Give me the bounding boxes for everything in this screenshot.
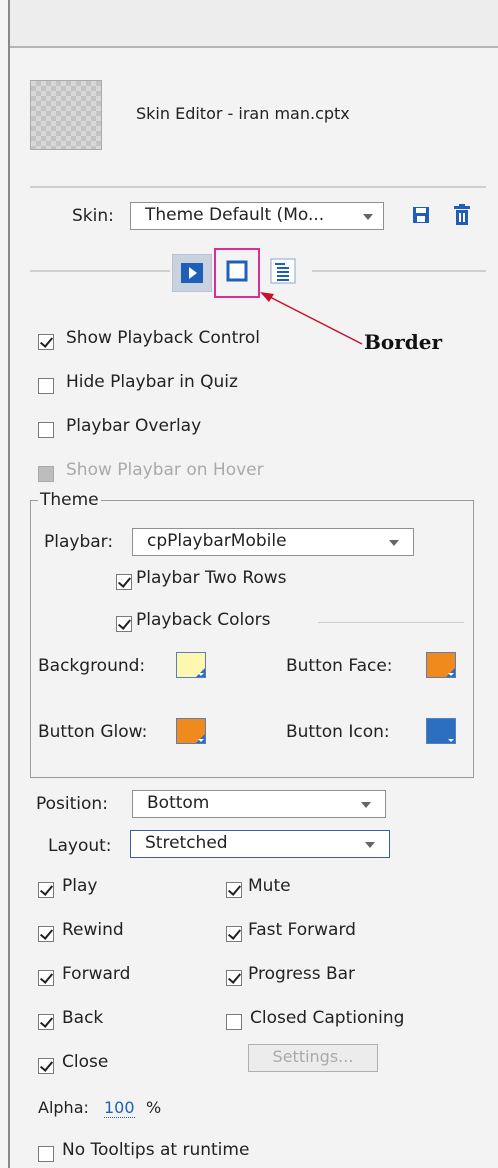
playbar-label: Playbar:	[44, 532, 114, 552]
hide-playbar-in-quiz-checkbox[interactable]	[38, 378, 54, 394]
show-playback-control-checkbox[interactable]	[38, 334, 54, 350]
closed-captioning-checkbox[interactable]	[226, 1014, 242, 1030]
hide-playbar-in-quiz-label: Hide Playbar in Quiz	[66, 372, 238, 392]
fast-forward-label: Fast Forward	[248, 920, 356, 940]
playbar-overlay-label: Playbar Overlay	[66, 416, 202, 436]
skin-label: Skin:	[72, 206, 114, 226]
mute-checkbox[interactable]	[226, 882, 242, 898]
position-label: Position:	[36, 794, 108, 814]
position-select[interactable]: Bottom	[132, 790, 386, 818]
playbar-select[interactable]: cpPlaybarMobile	[132, 528, 414, 556]
playbar-two-rows-checkbox[interactable]	[116, 574, 132, 590]
divider	[30, 270, 170, 272]
button-icon-label: Button Icon:	[286, 722, 390, 742]
theme-legend: Theme	[38, 490, 101, 510]
annotation-label: Border	[364, 330, 443, 354]
alpha-unit: %	[146, 1098, 162, 1117]
show-playback-control-label: Show Playback Control	[66, 328, 260, 348]
chevron-down-icon	[363, 214, 373, 220]
layout-select[interactable]: Stretched	[130, 830, 390, 858]
tab-playback-control[interactable]	[172, 254, 212, 292]
mute-label: Mute	[248, 876, 291, 896]
progress-bar-checkbox[interactable]	[226, 970, 242, 986]
button-glow-color-swatch[interactable]	[176, 718, 206, 744]
annotation-arrow	[260, 292, 363, 345]
button-face-color-swatch[interactable]	[426, 652, 456, 678]
back-label: Back	[62, 1008, 104, 1028]
divider	[318, 622, 464, 623]
playbar-select-value: cpPlaybarMobile	[147, 531, 287, 551]
closed-captioning-label: Closed Captioning	[250, 1008, 405, 1028]
play-label: Play	[62, 876, 98, 896]
chevron-down-icon	[389, 540, 399, 546]
progress-bar-label: Progress Bar	[248, 964, 356, 984]
skin-editor-title: Skin Editor - iran man.cptx	[136, 104, 350, 123]
no-tooltips-checkbox[interactable]	[38, 1146, 54, 1162]
playbar-overlay-checkbox[interactable]	[38, 422, 54, 438]
button-icon-color-swatch[interactable]	[426, 718, 456, 744]
chevron-down-icon	[365, 842, 375, 848]
button-glow-label: Button Glow:	[38, 722, 148, 742]
close-label: Close	[62, 1052, 109, 1072]
show-playbar-on-hover-checkbox[interactable]	[38, 466, 54, 482]
playbar-two-rows-label: Playbar Two Rows	[136, 568, 287, 588]
forward-checkbox[interactable]	[38, 970, 54, 986]
position-select-value: Bottom	[147, 793, 210, 813]
delete-icon[interactable]	[453, 204, 471, 226]
divider	[30, 186, 486, 188]
skin-select-value: Theme Default (Mo...	[145, 205, 325, 225]
forward-label: Forward	[62, 964, 131, 984]
tab-border[interactable]	[226, 260, 248, 282]
skin-select[interactable]: Theme Default (Mo...	[130, 202, 384, 230]
background-label: Background:	[38, 656, 146, 676]
panel-topbar	[10, 0, 498, 48]
playback-colors-label: Playback Colors	[136, 610, 271, 630]
button-face-label: Button Face:	[286, 656, 393, 676]
fast-forward-checkbox[interactable]	[226, 926, 242, 942]
no-tooltips-label: No Tooltips at runtime	[62, 1140, 250, 1160]
settings-button[interactable]: Settings...	[248, 1044, 378, 1072]
divider	[312, 270, 486, 272]
layout-label: Layout:	[48, 836, 112, 856]
tab-toc[interactable]	[270, 258, 296, 284]
playback-colors-checkbox[interactable]	[116, 616, 132, 632]
layout-select-value: Stretched	[145, 833, 228, 853]
skin-thumbnail	[30, 80, 102, 150]
close-checkbox[interactable]	[38, 1058, 54, 1074]
alpha-value[interactable]: 100	[104, 1098, 135, 1118]
play-checkbox[interactable]	[38, 882, 54, 898]
rewind-checkbox[interactable]	[38, 926, 54, 942]
alpha-label: Alpha:	[38, 1098, 89, 1117]
background-color-swatch[interactable]	[176, 652, 206, 678]
save-icon[interactable]	[412, 206, 430, 224]
chevron-down-icon	[361, 802, 371, 808]
show-playbar-on-hover-label: Show Playbar on Hover	[66, 460, 264, 480]
back-checkbox[interactable]	[38, 1014, 54, 1030]
play-icon	[181, 263, 203, 283]
rewind-label: Rewind	[62, 920, 124, 940]
